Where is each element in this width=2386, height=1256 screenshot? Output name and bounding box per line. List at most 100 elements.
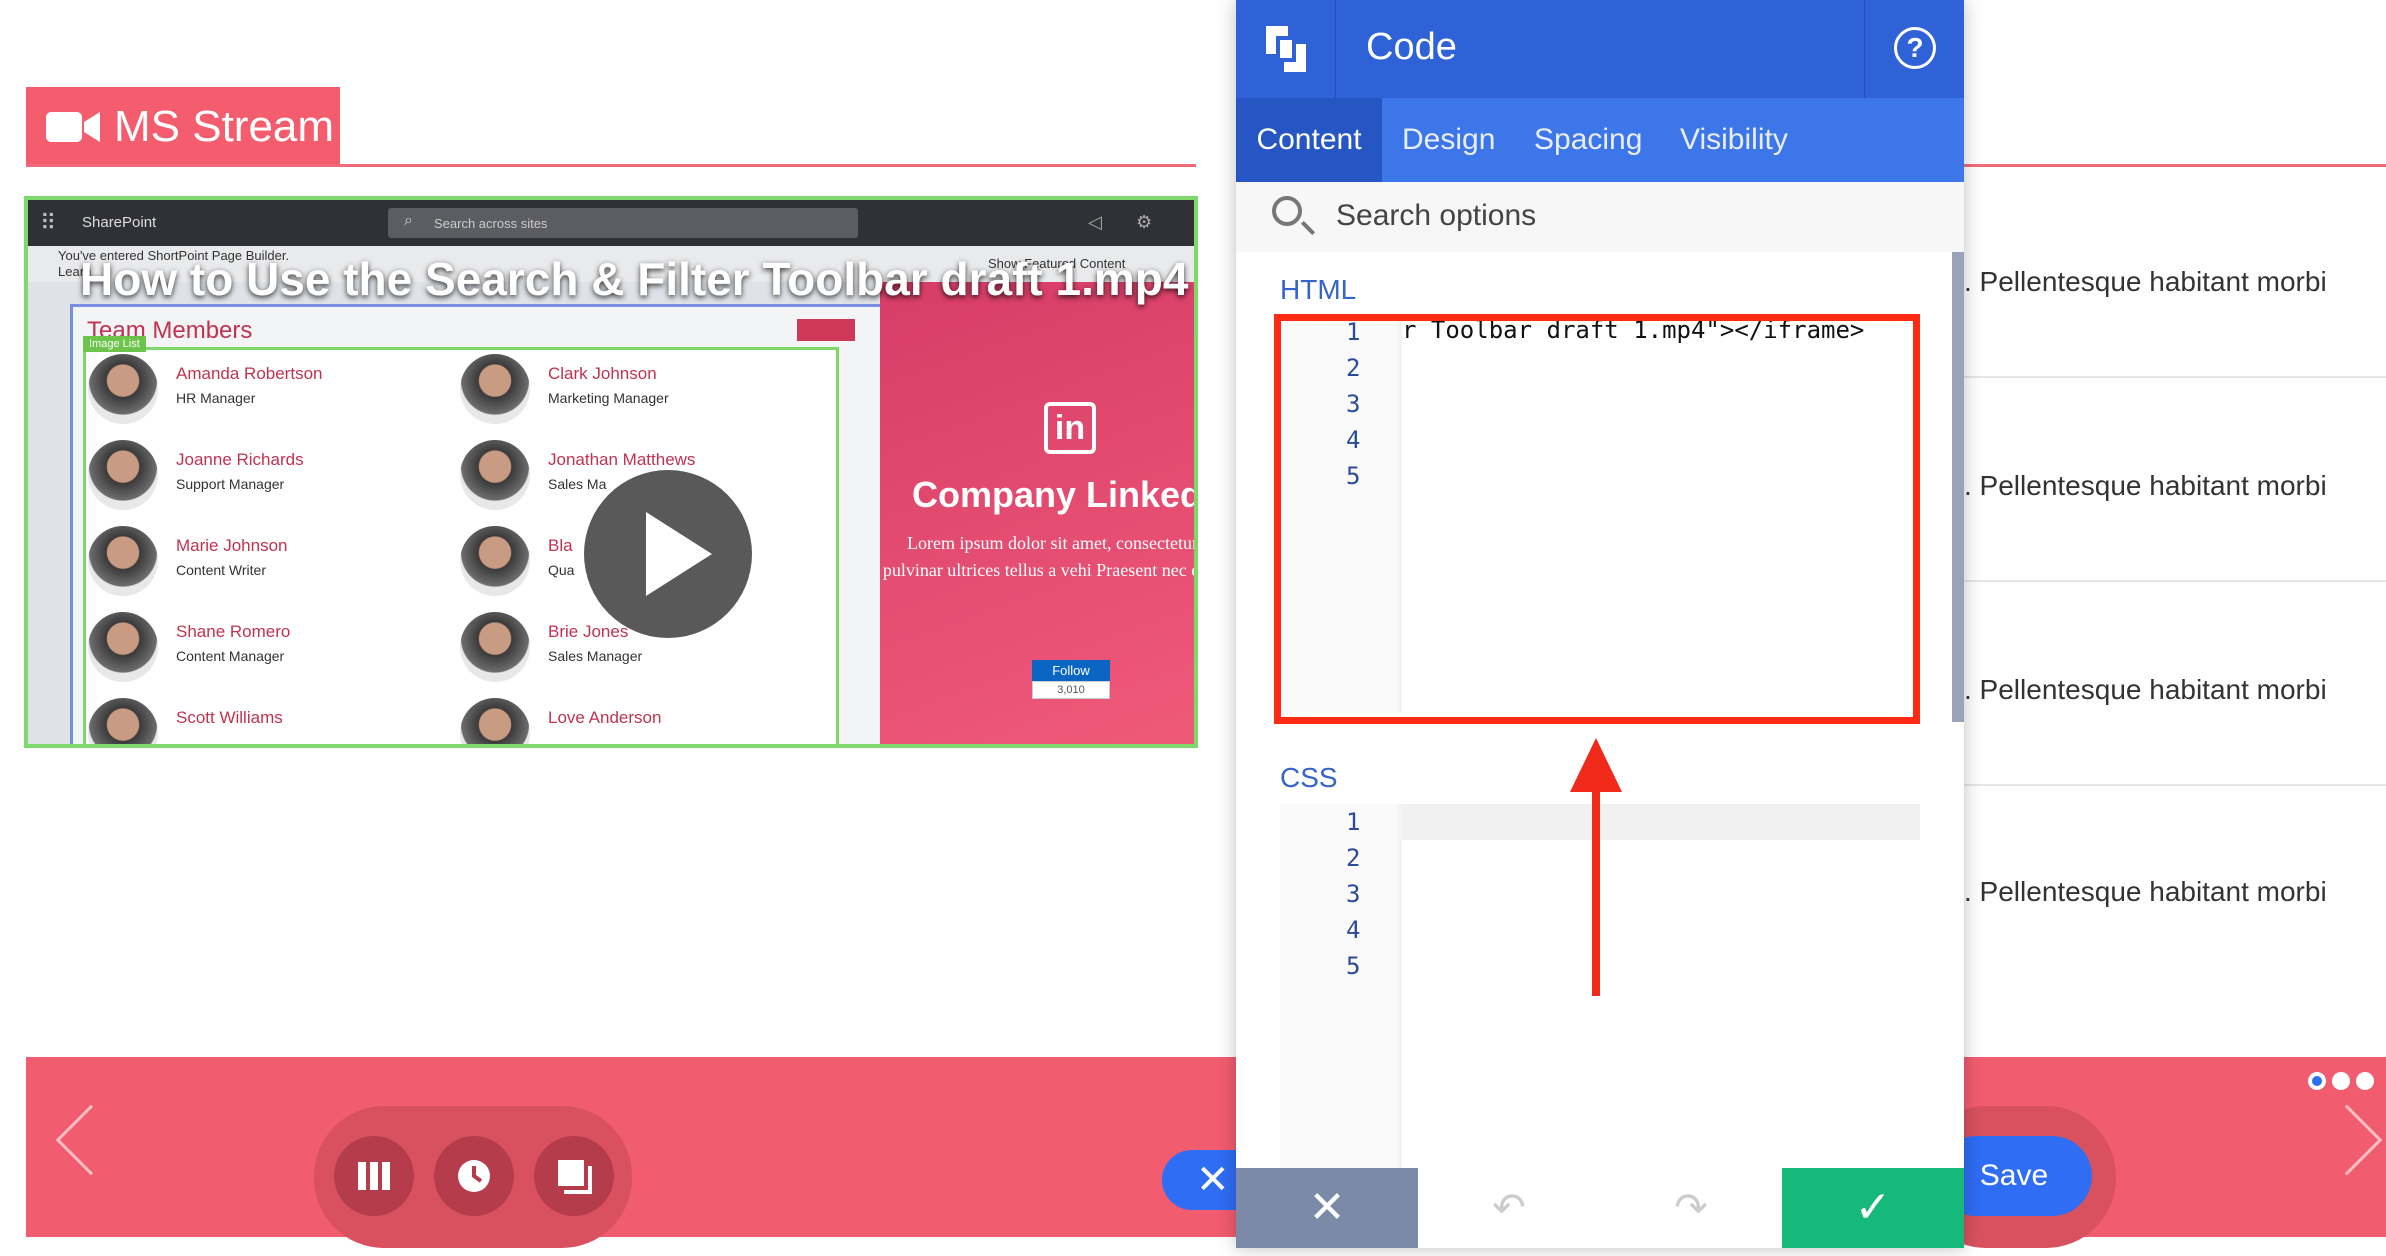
active-line bbox=[1402, 804, 1920, 840]
video-camera-icon bbox=[46, 112, 100, 142]
member-role: Marketing Manager bbox=[548, 390, 669, 406]
panel-scrollbar[interactable] bbox=[1952, 252, 1964, 722]
line-number: 2 bbox=[1346, 844, 1361, 872]
help-icon[interactable]: ? bbox=[1894, 27, 1936, 69]
member-card: Marie Johnson Content Writer bbox=[88, 526, 448, 606]
follow-widget: Follow 3,010 bbox=[1032, 660, 1110, 702]
avatar bbox=[88, 440, 158, 510]
video-player[interactable]: ⠿ SharePoint ⌕ Search across sites ◁ ⚙ Y… bbox=[24, 196, 1198, 748]
section-divider-right bbox=[1964, 164, 2386, 167]
html-label: HTML bbox=[1280, 274, 1357, 305]
section-divider bbox=[26, 164, 1196, 167]
member-name: Clark Johnson bbox=[548, 364, 657, 383]
next-chevron-icon[interactable] bbox=[2311, 1104, 2383, 1176]
apply-button[interactable]: ✓ bbox=[1782, 1168, 1964, 1248]
member-role: Sales Ma bbox=[548, 476, 607, 492]
avatar bbox=[88, 354, 158, 424]
linkedin-webpart: in Company Linked Lorem ipsum dolor sit … bbox=[880, 282, 1198, 744]
cancel-button[interactable]: ✕ bbox=[1236, 1168, 1418, 1248]
megaphone-icon: ◁ bbox=[1088, 212, 1102, 232]
copy-button[interactable] bbox=[534, 1136, 614, 1216]
avatar bbox=[460, 440, 530, 510]
sharepoint-search: ⌕ Search across sites bbox=[388, 208, 858, 238]
linkedin-icon: in bbox=[1044, 402, 1096, 454]
tab-design[interactable]: Design bbox=[1402, 98, 1495, 182]
prev-chevron-icon[interactable] bbox=[55, 1104, 127, 1176]
avatar bbox=[460, 698, 530, 744]
member-name: Shane Romero bbox=[176, 622, 291, 641]
member-card: Shane Romero Content Manager bbox=[88, 612, 448, 692]
shortpoint-logo bbox=[1236, 0, 1336, 98]
history-button[interactable] bbox=[434, 1136, 514, 1216]
member-card: Scott Williams bbox=[88, 698, 448, 744]
carousel-dots[interactable] bbox=[2308, 1072, 2380, 1095]
list-item-text: . Pellentesque habitant morbi bbox=[1964, 876, 2327, 907]
member-name: Brie Jones bbox=[548, 622, 629, 641]
settings-icon: ⚙ bbox=[1136, 212, 1153, 232]
avatar bbox=[88, 698, 158, 744]
company-description: Lorem ipsum dolor sit amet, consectetur.… bbox=[882, 533, 1198, 580]
search-icon bbox=[1272, 196, 1302, 226]
redo-button[interactable]: ↷ bbox=[1600, 1168, 1782, 1248]
member-role: Qua bbox=[548, 562, 575, 578]
css-editor[interactable]: 1 2 3 4 5 bbox=[1280, 804, 1920, 1168]
avatar bbox=[460, 526, 530, 596]
carousel-dot[interactable] bbox=[2356, 1072, 2374, 1090]
css-label: CSS bbox=[1280, 762, 1338, 793]
copy-icon bbox=[558, 1160, 592, 1194]
panel-tabs: Content Design Spacing Visibility bbox=[1236, 98, 1964, 182]
play-button[interactable] bbox=[584, 470, 752, 638]
close-builder-button[interactable]: ✕ bbox=[1162, 1150, 1246, 1210]
search-options-row bbox=[1236, 182, 1964, 252]
member-name: Scott Williams bbox=[176, 708, 283, 727]
line-gutter: 1 2 3 4 5 bbox=[1280, 804, 1398, 1168]
list-item-text: . Pellentesque habitant morbi bbox=[1964, 674, 2327, 705]
line-number: 4 bbox=[1346, 916, 1361, 944]
list-divider bbox=[1964, 784, 2386, 786]
app-launcher-icon: ⠿ bbox=[40, 210, 57, 235]
list-divider bbox=[1964, 376, 2386, 378]
member-name: Amanda Robertson bbox=[176, 364, 323, 383]
avatar bbox=[460, 612, 530, 682]
carousel-dot[interactable] bbox=[2308, 1072, 2326, 1090]
team-button bbox=[797, 319, 855, 341]
section-title-text: MS Stream bbox=[114, 102, 335, 151]
undo-button[interactable]: ↶ bbox=[1418, 1168, 1600, 1248]
carousel-dot[interactable] bbox=[2332, 1072, 2350, 1090]
section-title: MS Stream bbox=[26, 87, 340, 167]
team-members-webpart: Team Members Image List Amanda Robertson… bbox=[70, 304, 890, 744]
member-card: Joanne Richards Support Manager bbox=[88, 440, 448, 520]
columns-button[interactable] bbox=[334, 1136, 414, 1216]
panel-footer: ✕ ↶ ↷ ✓ bbox=[1236, 1168, 1964, 1248]
avatar bbox=[88, 612, 158, 682]
search-options-input[interactable] bbox=[1334, 196, 1894, 236]
tab-spacing[interactable]: Spacing bbox=[1534, 98, 1642, 182]
shortpoint-logo-icon bbox=[1266, 26, 1306, 72]
member-name: Love Anderson bbox=[548, 708, 662, 727]
columns-icon bbox=[358, 1162, 390, 1190]
member-name: Marie Johnson bbox=[176, 536, 288, 555]
avatar bbox=[88, 526, 158, 596]
line-number: 3 bbox=[1346, 880, 1361, 908]
css-code-area[interactable] bbox=[1402, 804, 1920, 1168]
annotation-highlight-box bbox=[1274, 314, 1920, 724]
clock-icon bbox=[458, 1160, 490, 1192]
member-name: Joanne Richards bbox=[176, 450, 304, 469]
line-number: 1 bbox=[1346, 808, 1361, 836]
member-card: Amanda Robertson HR Manager bbox=[88, 354, 448, 434]
member-name: Jonathan Matthews bbox=[548, 450, 696, 469]
panel-header: Code ? bbox=[1236, 0, 1964, 98]
avatar bbox=[460, 354, 530, 424]
list-divider bbox=[1964, 580, 2386, 582]
member-role: Content Manager bbox=[176, 648, 285, 664]
video-title: How to Use the Search & Filter Toolbar d… bbox=[80, 253, 1189, 305]
follow-button: Follow bbox=[1032, 660, 1110, 681]
tab-visibility[interactable]: Visibility bbox=[1680, 98, 1788, 182]
list-item-text: . Pellentesque habitant morbi bbox=[1964, 266, 2327, 297]
image-list-tag: Image List bbox=[83, 336, 146, 352]
follow-count: 3,010 bbox=[1032, 681, 1110, 699]
member-role: Sales Manager bbox=[548, 648, 643, 664]
tab-content[interactable]: Content bbox=[1236, 98, 1382, 182]
sharepoint-search-placeholder: Search across sites bbox=[434, 216, 548, 231]
search-icon: ⌕ bbox=[404, 212, 413, 229]
